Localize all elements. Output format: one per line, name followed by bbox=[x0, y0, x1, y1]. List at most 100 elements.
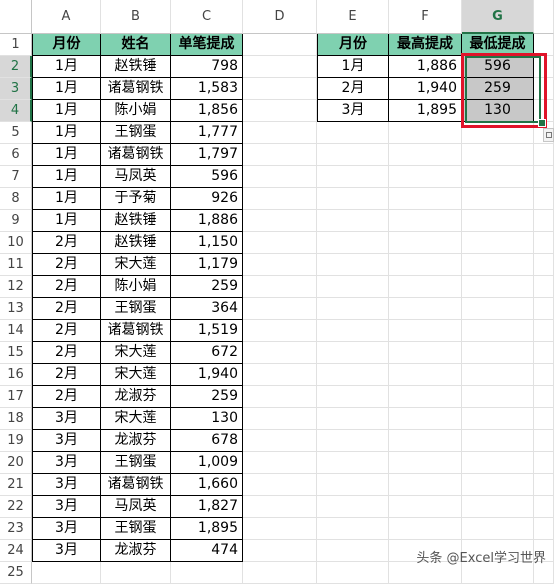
cell[interactable] bbox=[389, 166, 462, 188]
cell[interactable] bbox=[317, 210, 389, 232]
table1-cell[interactable]: 1,777 bbox=[171, 122, 243, 144]
cell[interactable] bbox=[317, 518, 389, 540]
cell[interactable] bbox=[317, 122, 389, 144]
cell[interactable] bbox=[534, 342, 554, 364]
cell[interactable] bbox=[462, 408, 534, 430]
row-header[interactable]: 24 bbox=[0, 540, 32, 562]
cell[interactable] bbox=[317, 386, 389, 408]
column-header[interactable]: E bbox=[317, 0, 389, 34]
table1-cell[interactable]: 259 bbox=[171, 276, 243, 298]
table1-cell[interactable]: 2月 bbox=[32, 364, 101, 386]
cell[interactable] bbox=[243, 276, 317, 298]
row-header[interactable]: 18 bbox=[0, 408, 32, 430]
cell[interactable] bbox=[389, 232, 462, 254]
cell[interactable] bbox=[317, 452, 389, 474]
cell[interactable] bbox=[462, 364, 534, 386]
table1-cell[interactable]: 130 bbox=[171, 408, 243, 430]
cell[interactable] bbox=[243, 56, 317, 78]
cell[interactable] bbox=[462, 188, 534, 210]
cell[interactable] bbox=[534, 408, 554, 430]
cell[interactable] bbox=[389, 474, 462, 496]
cell[interactable] bbox=[389, 364, 462, 386]
cell[interactable] bbox=[317, 144, 389, 166]
cell[interactable] bbox=[389, 276, 462, 298]
row-header[interactable]: 7 bbox=[0, 166, 32, 188]
cell[interactable] bbox=[462, 276, 534, 298]
cell[interactable] bbox=[171, 562, 243, 584]
table1-cell[interactable]: 1,009 bbox=[171, 452, 243, 474]
cell[interactable] bbox=[243, 562, 317, 584]
table1-cell[interactable]: 1月 bbox=[32, 210, 101, 232]
table1-cell[interactable]: 2月 bbox=[32, 298, 101, 320]
table1-cell[interactable]: 赵铁锤 bbox=[101, 210, 171, 232]
table1-cell[interactable]: 798 bbox=[171, 56, 243, 78]
row-header[interactable]: 14 bbox=[0, 320, 32, 342]
cell[interactable] bbox=[534, 474, 554, 496]
row-header[interactable]: 10 bbox=[0, 232, 32, 254]
row-header[interactable]: 8 bbox=[0, 188, 32, 210]
table1-header-cell[interactable]: 月份 bbox=[32, 34, 101, 56]
fill-handle[interactable] bbox=[538, 119, 546, 127]
table1-cell[interactable]: 1,895 bbox=[171, 518, 243, 540]
cell[interactable] bbox=[534, 232, 554, 254]
cell[interactable] bbox=[317, 342, 389, 364]
cell[interactable] bbox=[243, 320, 317, 342]
cell[interactable] bbox=[317, 540, 389, 562]
table2-header-cell[interactable]: 最高提成 bbox=[389, 34, 462, 56]
table1-cell[interactable]: 诸葛钢铁 bbox=[101, 144, 171, 166]
cell[interactable] bbox=[389, 386, 462, 408]
table1-cell[interactable]: 赵铁锤 bbox=[101, 232, 171, 254]
table1-header-cell[interactable]: 姓名 bbox=[101, 34, 171, 56]
table1-cell[interactable]: 3月 bbox=[32, 430, 101, 452]
table1-cell[interactable]: 1,886 bbox=[171, 210, 243, 232]
cell[interactable] bbox=[462, 166, 534, 188]
cell[interactable] bbox=[462, 254, 534, 276]
column-header[interactable]: C bbox=[171, 0, 243, 34]
cell[interactable] bbox=[462, 430, 534, 452]
table1-cell[interactable]: 474 bbox=[171, 540, 243, 562]
row-header[interactable]: 23 bbox=[0, 518, 32, 540]
table1-cell[interactable]: 1,856 bbox=[171, 100, 243, 122]
cell[interactable] bbox=[462, 518, 534, 540]
cell[interactable] bbox=[462, 474, 534, 496]
cell[interactable] bbox=[317, 232, 389, 254]
row-header[interactable]: 6 bbox=[0, 144, 32, 166]
quick-analysis-icon[interactable] bbox=[543, 128, 554, 142]
cell[interactable] bbox=[389, 430, 462, 452]
cell[interactable] bbox=[243, 210, 317, 232]
table1-cell[interactable]: 2月 bbox=[32, 254, 101, 276]
table1-cell[interactable]: 2月 bbox=[32, 386, 101, 408]
table1-cell[interactable]: 1月 bbox=[32, 56, 101, 78]
cell[interactable] bbox=[317, 188, 389, 210]
cell[interactable] bbox=[462, 452, 534, 474]
column-header[interactable]: F bbox=[389, 0, 462, 34]
cell[interactable] bbox=[243, 78, 317, 100]
row-header[interactable]: 4 bbox=[0, 100, 32, 122]
table1-cell[interactable]: 672 bbox=[171, 342, 243, 364]
cell[interactable] bbox=[243, 298, 317, 320]
table1-cell[interactable]: 1,797 bbox=[171, 144, 243, 166]
cell[interactable] bbox=[534, 298, 554, 320]
cell[interactable] bbox=[534, 188, 554, 210]
table1-cell[interactable]: 宋大莲 bbox=[101, 408, 171, 430]
column-header[interactable]: A bbox=[32, 0, 101, 34]
cell[interactable] bbox=[243, 100, 317, 122]
table1-header-cell[interactable]: 单笔提成 bbox=[171, 34, 243, 56]
row-header[interactable]: 16 bbox=[0, 364, 32, 386]
cell[interactable] bbox=[534, 386, 554, 408]
cell[interactable] bbox=[243, 452, 317, 474]
cell[interactable] bbox=[389, 188, 462, 210]
table1-cell[interactable]: 3月 bbox=[32, 408, 101, 430]
table1-cell[interactable]: 龙淑芬 bbox=[101, 540, 171, 562]
cell[interactable] bbox=[243, 364, 317, 386]
cell[interactable] bbox=[243, 342, 317, 364]
column-header[interactable] bbox=[534, 0, 554, 34]
cell[interactable] bbox=[389, 210, 462, 232]
row-header[interactable]: 5 bbox=[0, 122, 32, 144]
cell[interactable] bbox=[317, 430, 389, 452]
row-header[interactable]: 17 bbox=[0, 386, 32, 408]
row-header[interactable]: 11 bbox=[0, 254, 32, 276]
table1-cell[interactable]: 1月 bbox=[32, 100, 101, 122]
cell[interactable] bbox=[317, 408, 389, 430]
cell[interactable] bbox=[243, 188, 317, 210]
